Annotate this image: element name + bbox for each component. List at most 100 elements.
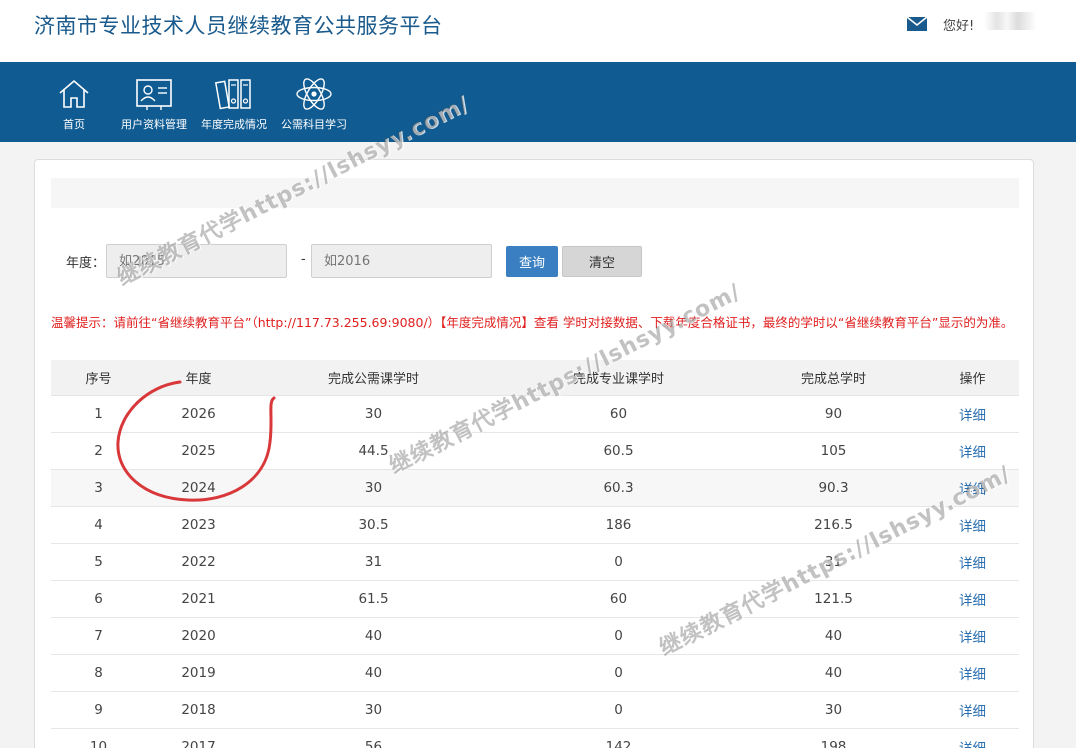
table-cell: 105 [741, 431, 926, 469]
table-cell: 详细 [926, 690, 1019, 728]
detail-link[interactable]: 详细 [959, 445, 986, 461]
table-cell: 186 [496, 505, 741, 543]
table-cell: 2025 [146, 431, 251, 469]
table-cell: 31 [251, 542, 496, 580]
username-blurred[interactable] [984, 12, 1036, 30]
site-title: 济南市专业技术人员继续教育公共服务平台 [34, 14, 443, 38]
table-row: 9 2018 30 0 30 详细 [51, 690, 1019, 728]
column-header: 完成总学时 [741, 360, 926, 395]
year-to-input[interactable] [311, 244, 492, 278]
table-cell: 121.5 [741, 579, 926, 617]
table-cell: 90 [741, 394, 926, 432]
table-cell: 60.3 [496, 468, 741, 506]
table-cell: 40 [741, 616, 926, 654]
table-cell: 90.3 [741, 468, 926, 506]
notice-text: 温馨提示：请前往“省继续教育平台”（http://117.73.255.69:9… [51, 315, 1014, 330]
table-cell: 2021 [146, 579, 251, 617]
year-from-input[interactable] [106, 244, 287, 278]
table-row: 2 2025 44.5 60.5 105 详细 [51, 431, 1019, 469]
table-cell: 2022 [146, 542, 251, 580]
table-cell: 2020 [146, 616, 251, 654]
table-cell: 8 [51, 653, 146, 691]
table-cell: 6 [51, 579, 146, 617]
home-icon [59, 79, 89, 108]
table-cell: 3 [51, 468, 146, 506]
nav-label: 公需科目学习 [281, 118, 347, 131]
nav-label: 用户资料管理 [121, 118, 187, 131]
table-cell: 详细 [926, 653, 1019, 691]
table-cell: 0 [496, 616, 741, 654]
detail-link[interactable]: 详细 [959, 408, 986, 424]
detail-link[interactable]: 详细 [959, 741, 986, 748]
column-header: 完成公需课学时 [251, 360, 496, 395]
table-row: 10201756142198 详细 [51, 727, 1019, 748]
table-cell: 30.5 [251, 505, 496, 543]
content-panel: 年度： - 查询 清空 温馨提示：请前往“省继续教育平台”（http://117… [34, 159, 1034, 748]
table-cell: 详细 [926, 616, 1019, 654]
column-header: 操作 [926, 360, 1019, 395]
panel-header [51, 178, 1019, 208]
binders-icon [214, 79, 251, 110]
year-label: 年度： [66, 256, 106, 271]
detail-link[interactable]: 详细 [959, 667, 986, 683]
table-cell: 0 [496, 542, 741, 580]
user-card-icon [136, 79, 172, 110]
table-cell: 31 [741, 542, 926, 580]
table-cell: 60 [496, 394, 741, 432]
column-header: 序号 [51, 360, 146, 395]
detail-link[interactable]: 详细 [959, 482, 986, 498]
nav-label: 首页 [63, 118, 85, 131]
table-row: 5 2022 31 0 31 详细 [51, 542, 1019, 580]
table-row: 8 2019 40 0 40 详细 [51, 653, 1019, 691]
table-cell: 2024 [146, 468, 251, 506]
detail-link[interactable]: 详细 [959, 556, 986, 572]
table-cell: 198 [741, 727, 926, 748]
nav-item-annual-completion[interactable]: 年度完成情况 [194, 62, 274, 142]
table-cell: 61.5 [251, 579, 496, 617]
greeting-text: 您好! [943, 19, 975, 34]
clear-button[interactable]: 清空 [562, 246, 642, 277]
table-cell: 5 [51, 542, 146, 580]
query-button[interactable]: 查询 [506, 246, 558, 277]
table-cell: 0 [496, 690, 741, 728]
nav-item-home[interactable]: 首页 [54, 62, 94, 142]
detail-link[interactable]: 详细 [959, 630, 986, 646]
detail-link[interactable]: 详细 [959, 593, 986, 609]
table-cell: 40 [251, 616, 496, 654]
mail-icon[interactable] [906, 15, 928, 33]
table-cell: 详细 [926, 579, 1019, 617]
detail-link[interactable]: 详细 [959, 704, 986, 720]
table-row: 4 2023 30.5 186 216.5 详细 [51, 505, 1019, 543]
table-cell: 40 [741, 653, 926, 691]
table-cell: 7 [51, 616, 146, 654]
table-cell: 10 [51, 727, 146, 748]
table-cell: 9 [51, 690, 146, 728]
table-row: 6 2021 61.5 60 121.5 详细 [51, 579, 1019, 617]
table-cell: 2023 [146, 505, 251, 543]
table-cell: 2019 [146, 653, 251, 691]
table-cell: 30 [251, 690, 496, 728]
table-cell: 56 [251, 727, 496, 748]
table-cell: 60 [496, 579, 741, 617]
table-cell: 4 [51, 505, 146, 543]
table-cell: 60.5 [496, 431, 741, 469]
table-row: 7 2020 40 0 40 详细 [51, 616, 1019, 654]
nav-item-public-courses[interactable]: 公需科目学习 [274, 62, 354, 142]
table-cell: 40 [251, 653, 496, 691]
table-cell: 详细 [926, 468, 1019, 506]
nav-item-user-profile[interactable]: 用户资料管理 [114, 62, 194, 142]
table-cell: 0 [496, 653, 741, 691]
table-cell: 2017 [146, 727, 251, 748]
table-row: 1 2026 30 60 90 详细 [51, 394, 1019, 432]
table-cell: 详细 [926, 394, 1019, 432]
column-header: 完成专业课学时 [496, 360, 741, 395]
table-cell: 2 [51, 431, 146, 469]
year-range-separator: - [301, 252, 306, 267]
table-cell: 详细 [926, 542, 1019, 580]
column-header: 年度 [146, 360, 251, 395]
table-cell: 详细 [926, 727, 1019, 748]
detail-link[interactable]: 详细 [959, 519, 986, 535]
table-cell: 30 [251, 394, 496, 432]
table-cell: 30 [251, 468, 496, 506]
table-cell: 2018 [146, 690, 251, 728]
